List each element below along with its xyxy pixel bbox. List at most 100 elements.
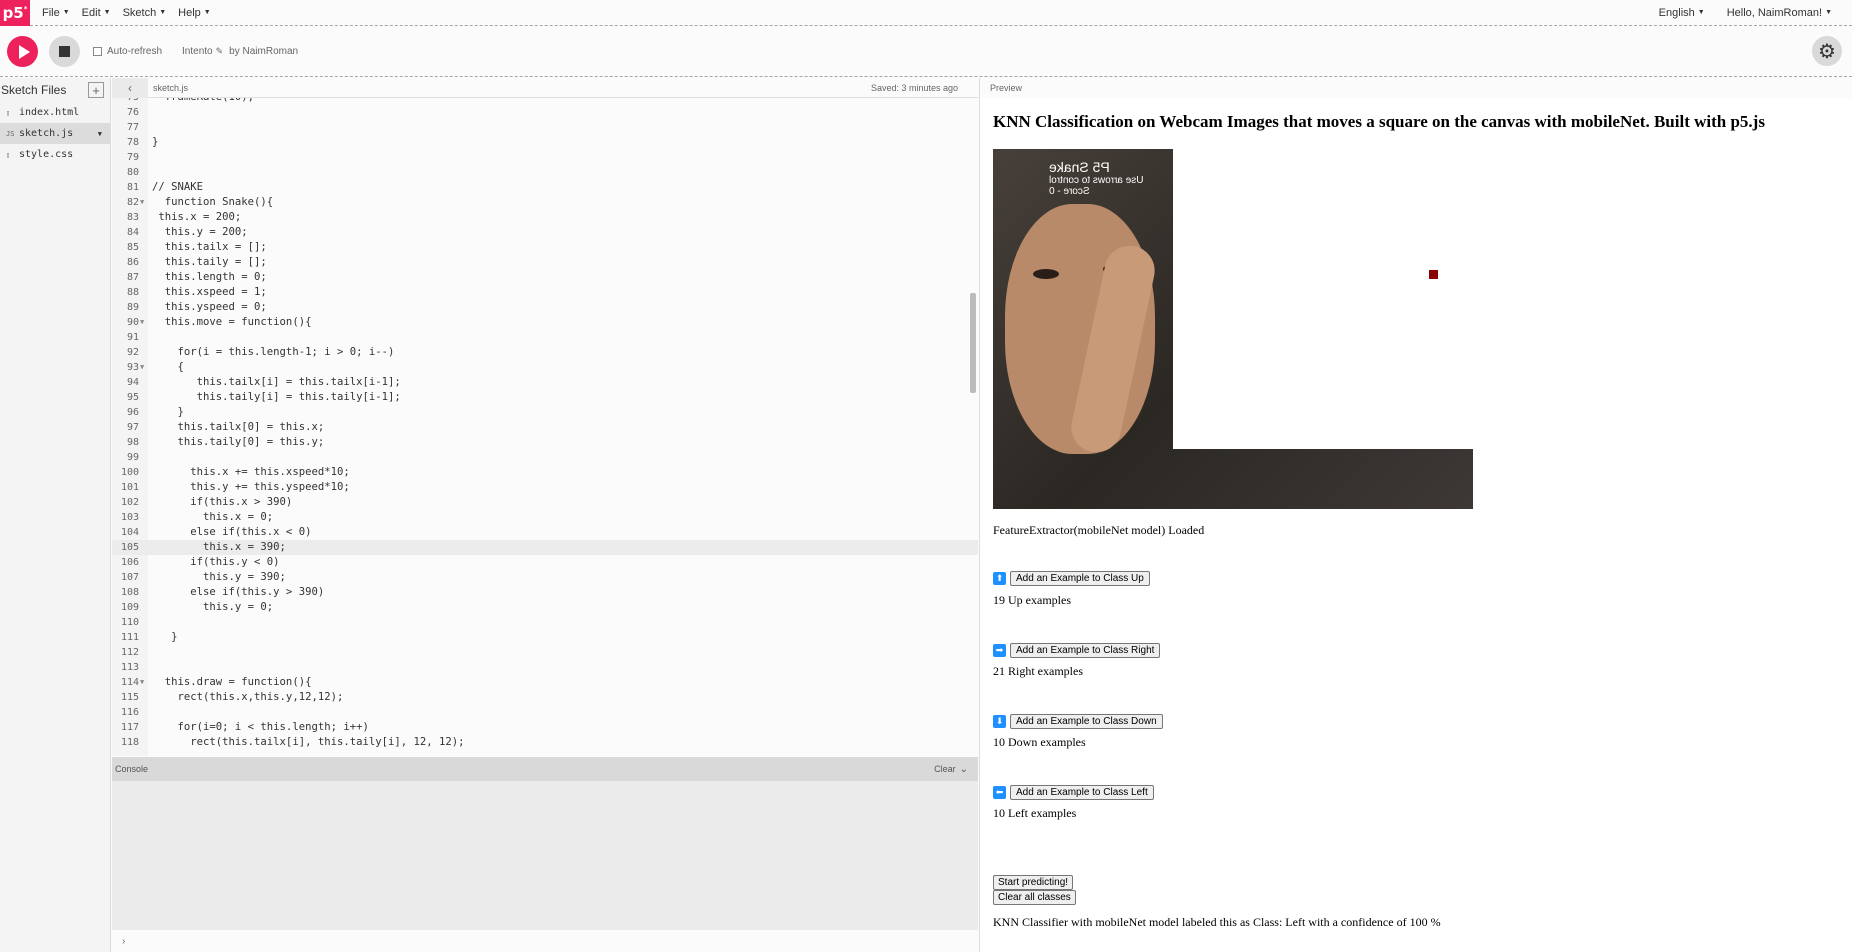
code-line[interactable]: 100 this.x += this.xspeed*10; bbox=[112, 465, 978, 480]
line-number: 106 bbox=[120, 557, 139, 568]
line-number: 101 bbox=[120, 482, 139, 493]
code-line[interactable]: 77 bbox=[112, 120, 978, 135]
menu-file[interactable]: File ▼ bbox=[42, 7, 70, 19]
play-button[interactable] bbox=[7, 36, 38, 67]
sketch-name[interactable]: Intento ✎ bbox=[182, 46, 223, 57]
console-input[interactable]: › bbox=[112, 930, 978, 952]
code-line[interactable]: 85 this.tailx = []; bbox=[112, 240, 978, 255]
code-line[interactable]: 107 this.y = 390; bbox=[112, 570, 978, 585]
code-line[interactable]: 88 this.xspeed = 1; bbox=[112, 285, 978, 300]
code-line[interactable]: 109 this.y = 0; bbox=[112, 600, 978, 615]
code-line[interactable]: 81 // SNAKE bbox=[112, 180, 978, 195]
code-line[interactable]: 117 for(i=0; i < this.length; i++) bbox=[112, 720, 978, 735]
add-example-up-button[interactable]: Add an Example to Class Up bbox=[1010, 571, 1150, 586]
code-text: for(i=0; i < this.length; i++) bbox=[152, 721, 369, 733]
code-text: else if(this.y > 390) bbox=[152, 586, 325, 598]
code-line[interactable]: 101 this.y += this.yspeed*10; bbox=[112, 480, 978, 495]
code-text: else if(this.x < 0) bbox=[152, 526, 312, 538]
code-line[interactable]: 96 } bbox=[112, 405, 978, 420]
code-area[interactable]: 75 frameRate(10); 76 77 78} 79 80 81 // SNAKE 82… bbox=[112, 98, 978, 756]
code-line[interactable]: 91 bbox=[112, 330, 978, 345]
caret-down-icon: ▼ bbox=[1697, 9, 1705, 16]
auto-refresh-checkbox[interactable] bbox=[93, 47, 102, 56]
code-line[interactable]: 79 bbox=[112, 150, 978, 165]
code-line[interactable]: 112 bbox=[112, 645, 978, 660]
code-line[interactable]: 105 this.x = 390; bbox=[112, 540, 978, 555]
editor-tab[interactable]: sketch.js bbox=[153, 83, 188, 93]
sketch-owner[interactable]: by NaimRoman bbox=[229, 46, 298, 57]
code-line[interactable]: 80 bbox=[112, 165, 978, 180]
class-left-row: ⬅ Add an Example to Class Left bbox=[993, 785, 1154, 800]
line-number: 77 bbox=[126, 122, 139, 133]
preview-header: Preview bbox=[990, 83, 1023, 93]
menu-sketch[interactable]: Sketch ▼ bbox=[123, 7, 167, 19]
add-example-left-button[interactable]: Add an Example to Class Left bbox=[1010, 785, 1154, 800]
fold-arrow-icon[interactable]: ▼ bbox=[140, 315, 144, 330]
code-line[interactable]: 106 if(this.y < 0) bbox=[112, 555, 978, 570]
code-line[interactable]: 110 bbox=[112, 615, 978, 630]
line-number: 110 bbox=[120, 617, 139, 628]
code-line[interactable]: 114 ▼ this.draw = function(){ bbox=[112, 675, 978, 690]
code-line[interactable]: 97 this.tailx[0] = this.x; bbox=[112, 420, 978, 435]
code-line[interactable]: 94 this.tailx[i] = this.tailx[i-1]; bbox=[112, 375, 978, 390]
pencil-icon[interactable]: ✎ bbox=[216, 46, 224, 57]
line-number: 88 bbox=[126, 287, 139, 298]
code-text: } bbox=[152, 631, 178, 643]
code-line[interactable]: 82 ▼ function Snake(){ bbox=[112, 195, 978, 210]
code-line[interactable]: 104 else if(this.x < 0) bbox=[112, 525, 978, 540]
code-line[interactable]: 116 bbox=[112, 705, 978, 720]
code-line[interactable]: 93 ▼ { bbox=[112, 360, 978, 375]
code-line[interactable]: 83 this.x = 200; bbox=[112, 210, 978, 225]
add-example-down-button[interactable]: Add an Example to Class Down bbox=[1010, 714, 1163, 729]
code-line[interactable]: 90 ▼ this.move = function(){ bbox=[112, 315, 978, 330]
code-line[interactable]: 92 for(i = this.length-1; i > 0; i--) bbox=[112, 345, 978, 360]
chevron-down-icon[interactable]: ⌄ bbox=[960, 764, 968, 775]
line-number: 111 bbox=[120, 632, 139, 643]
fold-arrow-icon[interactable]: ▼ bbox=[140, 360, 144, 375]
auto-refresh-toggle[interactable]: Auto-refresh bbox=[93, 46, 162, 57]
code-line[interactable]: 86 this.taily = []; bbox=[112, 255, 978, 270]
file-options-icon[interactable]: ▼ bbox=[98, 130, 102, 138]
code-line[interactable]: 76 bbox=[112, 105, 978, 120]
code-line[interactable]: 102 if(this.x > 390) bbox=[112, 495, 978, 510]
add-file-button[interactable]: + bbox=[88, 82, 104, 98]
code-line[interactable]: 103 this.x = 0; bbox=[112, 510, 978, 525]
settings-button[interactable]: ⚙ bbox=[1812, 36, 1842, 66]
code-text: this.x = 200; bbox=[152, 211, 242, 223]
fold-arrow-icon[interactable]: ▼ bbox=[140, 195, 144, 210]
code-line[interactable]: 78} bbox=[112, 135, 978, 150]
user-menu[interactable]: Hello, NaimRoman! ▼ bbox=[1727, 7, 1832, 19]
code-line[interactable]: 99 bbox=[112, 450, 978, 465]
language-menu[interactable]: English ▼ bbox=[1659, 7, 1705, 19]
code-line[interactable]: 113 bbox=[112, 660, 978, 675]
preview-frame[interactable]: KNN Classification on Webcam Images that… bbox=[980, 98, 1852, 952]
code-line[interactable]: 118 rect(this.tailx[i], this.taily[i], 1… bbox=[112, 735, 978, 750]
stop-button[interactable] bbox=[49, 36, 80, 67]
code-line[interactable]: 75 frameRate(10); bbox=[112, 98, 978, 105]
line-number: 81 bbox=[126, 182, 139, 193]
code-text: this.taily[0] = this.y; bbox=[152, 436, 325, 448]
code-text: this.y = 390; bbox=[152, 571, 286, 583]
p5-logo[interactable]: p5 * bbox=[0, 0, 30, 26]
code-line[interactable]: 111 } bbox=[112, 630, 978, 645]
file-sketch-js[interactable]: JS sketch.js ▼ bbox=[0, 123, 110, 144]
menu-edit[interactable]: Edit ▼ bbox=[82, 7, 111, 19]
clear-all-classes-button[interactable]: Clear all classes bbox=[993, 890, 1076, 905]
menu-help[interactable]: Help ▼ bbox=[178, 7, 211, 19]
fold-arrow-icon[interactable]: ▼ bbox=[140, 675, 144, 690]
editor-scrollbar[interactable] bbox=[970, 293, 976, 393]
code-line[interactable]: 95 this.taily[i] = this.taily[i-1]; bbox=[112, 390, 978, 405]
console-clear-button[interactable]: Clear bbox=[934, 764, 956, 774]
collapse-sidebar-button[interactable]: ‹ bbox=[112, 77, 148, 98]
file-style-css[interactable]: ▯ style.css bbox=[0, 144, 110, 165]
start-predicting-button[interactable]: Start predicting! bbox=[993, 875, 1074, 890]
prediction-result: KNN Classifier with mobileNet model labe… bbox=[993, 915, 1441, 929]
code-line[interactable]: 108 else if(this.y > 390) bbox=[112, 585, 978, 600]
code-line[interactable]: 115 rect(this.x,this.y,12,12); bbox=[112, 690, 978, 705]
add-example-right-button[interactable]: Add an Example to Class Right bbox=[1010, 643, 1161, 658]
code-line[interactable]: 89 this.yspeed = 0; bbox=[112, 300, 978, 315]
code-line[interactable]: 87 this.length = 0; bbox=[112, 270, 978, 285]
code-line[interactable]: 98 this.taily[0] = this.y; bbox=[112, 435, 978, 450]
code-line[interactable]: 84 this.y = 200; bbox=[112, 225, 978, 240]
file-index-html[interactable]: ▯ index.html bbox=[0, 102, 110, 123]
